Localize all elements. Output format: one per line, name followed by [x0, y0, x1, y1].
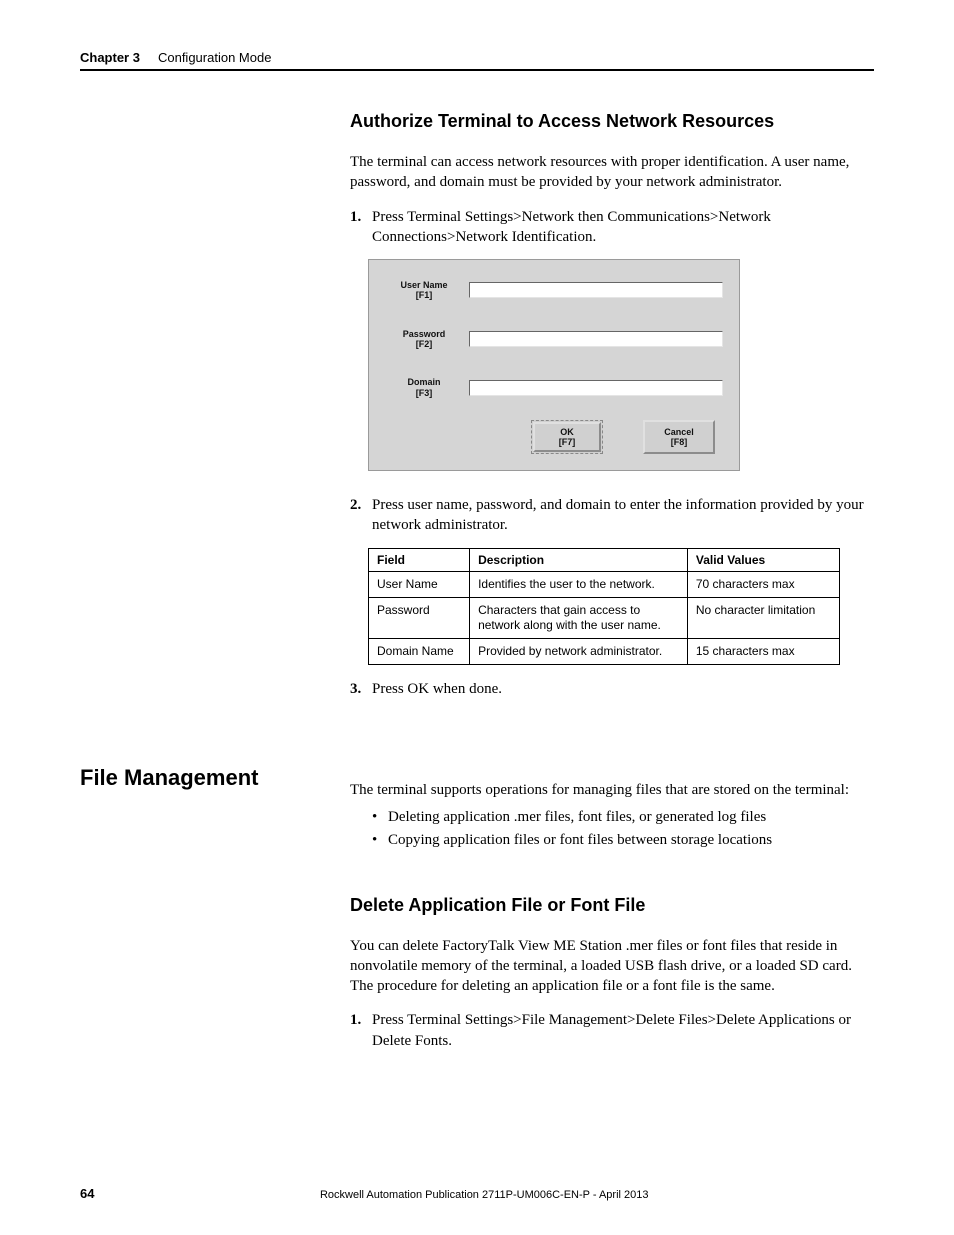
step-1-text: Press Terminal Settings>Network then Com… [372, 209, 771, 245]
file-mgmt-intro: The terminal supports operations for man… [350, 780, 874, 800]
th-desc: Description [470, 548, 688, 571]
section-authorize-intro: The terminal can access network resource… [350, 152, 874, 193]
password-input[interactable] [469, 331, 723, 347]
page-header: Chapter 3 Configuration Mode [80, 50, 874, 71]
table-row: Password Characters that gain access to … [369, 597, 840, 638]
delete-file-intro: You can delete FactoryTalk View ME Stati… [350, 936, 874, 997]
chapter-label: Chapter 3 [80, 50, 140, 65]
step-3: 3.Press OK when done. [372, 679, 874, 699]
parameter-table: Field Description Valid Values User Name… [368, 548, 840, 665]
th-field: Field [369, 548, 470, 571]
table-row: Domain Name Provided by network administ… [369, 638, 840, 664]
user-name-input[interactable] [469, 282, 723, 298]
publication-info: Rockwell Automation Publication 2711P-UM… [94, 1189, 874, 1201]
ok-button[interactable]: OK [F7] [531, 420, 603, 454]
th-valid: Valid Values [687, 548, 839, 571]
user-name-label: User Name [F1] [385, 280, 463, 301]
bullet-delete: Deleting application .mer files, font fi… [388, 806, 874, 829]
domain-label: Domain [F3] [385, 377, 463, 398]
section-authorize-heading: Authorize Terminal to Access Network Res… [350, 111, 874, 132]
password-label: Password [F2] [385, 329, 463, 350]
step-3-text: Press OK when done. [372, 681, 502, 697]
table-row: User Name Identifies the user to the net… [369, 571, 840, 597]
delete-step-1: 1.Press Terminal Settings>File Managemen… [372, 1010, 874, 1051]
domain-input[interactable] [469, 380, 723, 396]
page-number: 64 [80, 1186, 94, 1201]
network-id-dialog: User Name [F1] Password [F2] Domain [F3]… [368, 259, 740, 471]
delete-file-heading: Delete Application File or Font File [350, 895, 874, 916]
step-1: 1.Press Terminal Settings>Network then C… [372, 207, 874, 248]
chapter-title: Configuration Mode [158, 50, 271, 65]
cancel-button[interactable]: Cancel [F8] [643, 420, 715, 454]
delete-step-1-text: Press Terminal Settings>File Management>… [372, 1012, 851, 1048]
section-file-mgmt-heading: File Management [80, 765, 330, 791]
bullet-copy: Copying application files or font files … [388, 829, 874, 852]
step-2: 2.Press user name, password, and domain … [372, 495, 874, 536]
step-2-text: Press user name, password, and domain to… [372, 497, 864, 533]
page-footer: 64 Rockwell Automation Publication 2711P… [80, 1186, 874, 1201]
